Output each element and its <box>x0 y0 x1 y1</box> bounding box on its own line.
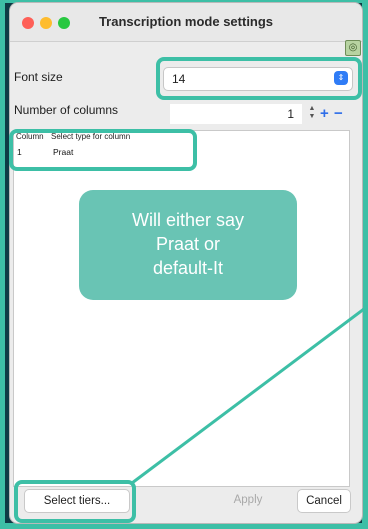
column-stepper[interactable]: ▲ ▼ <box>307 105 317 123</box>
title-bar: Transcription mode settings <box>10 3 362 42</box>
callout-line-3: default-It <box>152 258 224 278</box>
remove-column-button[interactable]: − <box>334 105 343 123</box>
cancel-button[interactable]: Cancel <box>297 489 351 513</box>
left-accent-bar <box>0 0 5 529</box>
annotation-callout: Will either say Praat or default-It <box>79 190 297 300</box>
right-accent-bar <box>362 0 368 529</box>
callout-line-1: Will either say <box>131 210 245 230</box>
window-title: Transcription mode settings <box>98 14 274 29</box>
table-header-highlight <box>9 129 197 171</box>
callout-line-2: Praat or <box>155 234 221 254</box>
number-of-columns-field[interactable]: 1 <box>170 104 302 124</box>
add-column-button[interactable]: + <box>320 105 329 123</box>
bottom-accent-bar <box>0 523 368 529</box>
font-size-highlight <box>156 57 362 100</box>
window-corner-icon[interactable]: ◎ <box>345 40 361 56</box>
number-of-columns-label: Number of columns <box>14 103 119 117</box>
number-of-columns-value: 1 <box>287 107 294 121</box>
column-type-table <box>13 130 350 487</box>
select-tiers-button[interactable]: Select tiers... <box>24 489 130 513</box>
apply-button[interactable]: Apply <box>222 489 274 511</box>
font-size-label: Font size <box>14 70 63 84</box>
